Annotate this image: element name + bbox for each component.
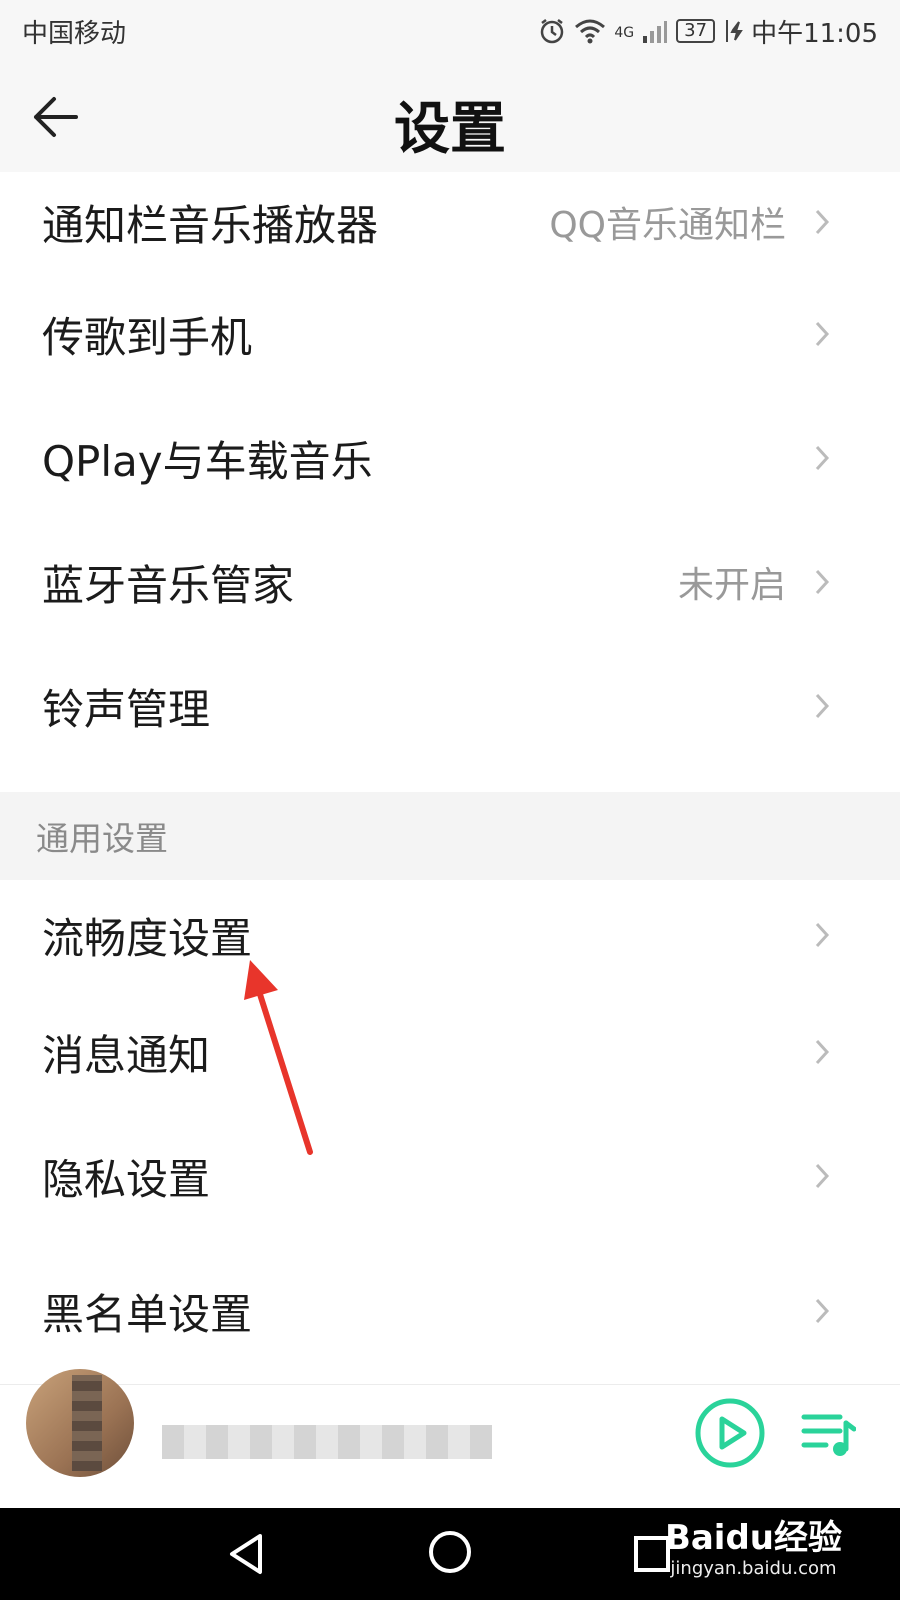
settings-item-notification-player[interactable]: 通知栏音乐播放器 QQ音乐通知栏: [0, 172, 900, 272]
settings-item-label: 传歌到手机: [42, 312, 253, 362]
settings-item-value: QQ音乐通知栏: [549, 205, 786, 246]
charging-icon: [726, 20, 743, 42]
chevron-right-icon: [815, 1163, 830, 1189]
album-art-pixelated: [72, 1375, 102, 1471]
settings-item-value: 未开启: [677, 565, 786, 606]
carrier-label: 中国移动: [22, 18, 127, 49]
settings-item-smoothness[interactable]: 流畅度设置: [0, 880, 900, 990]
chevron-right-icon: [815, 693, 830, 719]
settings-item-blacklist[interactable]: 黑名单设置: [0, 1238, 900, 1384]
settings-item-label: 通知栏音乐播放器: [42, 200, 379, 250]
mini-player[interactable]: [0, 1369, 900, 1509]
status-bar: 中国移动 4G 37 中午11:05: [0, 0, 900, 62]
chevron-right-icon: [815, 445, 830, 471]
alarm-icon: [541, 19, 564, 44]
wifi-icon: [575, 19, 606, 44]
playlist-icon[interactable]: [800, 1409, 856, 1459]
settings-item-label: QPlay与车载音乐: [42, 436, 373, 486]
chevron-right-icon: [815, 1298, 830, 1324]
settings-item-label: 蓝牙音乐管家: [42, 560, 295, 610]
chevron-right-icon: [815, 1039, 830, 1065]
settings-item-transfer-songs[interactable]: 传歌到手机: [0, 272, 900, 396]
settings-item-label: 流畅度设置: [42, 913, 253, 963]
album-art[interactable]: [26, 1369, 134, 1477]
settings-item-label: 黑名单设置: [42, 1289, 253, 1339]
settings-item-notifications[interactable]: 消息通知: [0, 990, 900, 1114]
settings-item-label: 铃声管理: [42, 684, 211, 734]
app-header: 设置: [0, 62, 900, 172]
nav-back-icon[interactable]: [226, 1532, 266, 1576]
chevron-right-icon: [815, 321, 830, 347]
settings-list-top: 通知栏音乐播放器 QQ音乐通知栏 传歌到手机 QPlay与车载音乐 蓝牙音乐管家…: [0, 172, 900, 792]
settings-item-bluetooth[interactable]: 蓝牙音乐管家 未开启: [0, 520, 900, 644]
signal-icon: [643, 21, 668, 43]
chevron-right-icon: [815, 922, 830, 948]
settings-item-label: 隐私设置: [42, 1154, 211, 1204]
section-header-general: 通用设置: [0, 792, 900, 880]
page-title: 设置: [394, 97, 506, 162]
settings-list-general: 流畅度设置 消息通知 隐私设置 黑名单设置: [0, 880, 900, 1384]
status-icons: 4G 37 中午11:05: [538, 13, 878, 50]
watermark: Baidu经验 jingyan.baidu.com: [665, 1518, 842, 1580]
network-type-label: 4G: [614, 24, 635, 41]
settings-item-label: 消息通知: [42, 1030, 211, 1080]
watermark-url: jingyan.baidu.com: [670, 1558, 837, 1579]
annotation-arrow: [244, 960, 313, 1155]
settings-item-ringtone[interactable]: 铃声管理: [0, 644, 900, 768]
chevron-right-icon: [815, 209, 830, 235]
settings-item-qplay[interactable]: QPlay与车载音乐: [0, 396, 900, 520]
play-circle-icon[interactable]: [694, 1397, 766, 1469]
battery-indicator: 37: [676, 19, 716, 43]
watermark-brand: Baidu经验: [664, 1518, 842, 1558]
system-nav-bar: Baidu经验 jingyan.baidu.com: [0, 1508, 900, 1600]
nav-home-icon[interactable]: [426, 1528, 474, 1576]
clock-label: 中午11:05: [751, 18, 878, 49]
song-title-blurred[interactable]: [162, 1425, 492, 1459]
chevron-right-icon: [815, 569, 830, 595]
settings-item-privacy[interactable]: 隐私设置: [0, 1114, 900, 1238]
